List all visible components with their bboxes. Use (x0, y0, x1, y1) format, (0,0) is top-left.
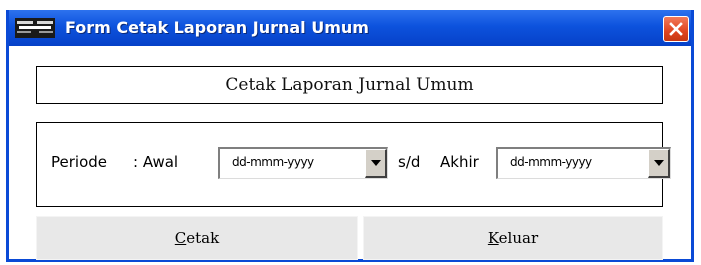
period-label: Periode (51, 153, 108, 171)
end-date-value: dd-mmm-yyyy (510, 155, 592, 169)
close-button[interactable] (663, 16, 689, 42)
report-heading: Cetak Laporan Jurnal Umum (36, 66, 663, 104)
title-bar[interactable]: Form Cetak Laporan Jurnal Umum (9, 10, 691, 46)
start-date-picker[interactable]: dd-mmm-yyyy (218, 147, 388, 179)
start-date-dropdown-button[interactable] (365, 149, 387, 178)
end-date-label: Akhir (440, 153, 479, 171)
print-button-mnemonic: C (174, 229, 187, 247)
app-icon (15, 18, 55, 38)
exit-button-mnemonic: K (487, 229, 499, 247)
exit-button-label: eluar (498, 229, 539, 247)
end-date-picker[interactable]: dd-mmm-yyyy (496, 147, 671, 179)
start-date-label: : Awal (133, 153, 179, 171)
start-date-value: dd-mmm-yyyy (232, 155, 314, 169)
form-window: Form Cetak Laporan Jurnal Umum Cetak Lap… (6, 10, 694, 262)
window-title: Form Cetak Laporan Jurnal Umum (65, 18, 369, 37)
end-date-dropdown-button[interactable] (648, 149, 670, 178)
print-button-label: etak (186, 229, 220, 247)
exit-button[interactable]: Keluar (363, 216, 663, 260)
period-panel: Periode : Awal dd-mmm-yyyy s/d Akhir dd-… (36, 122, 671, 207)
range-separator: s/d (398, 153, 421, 171)
print-button[interactable]: Cetak (36, 216, 358, 260)
